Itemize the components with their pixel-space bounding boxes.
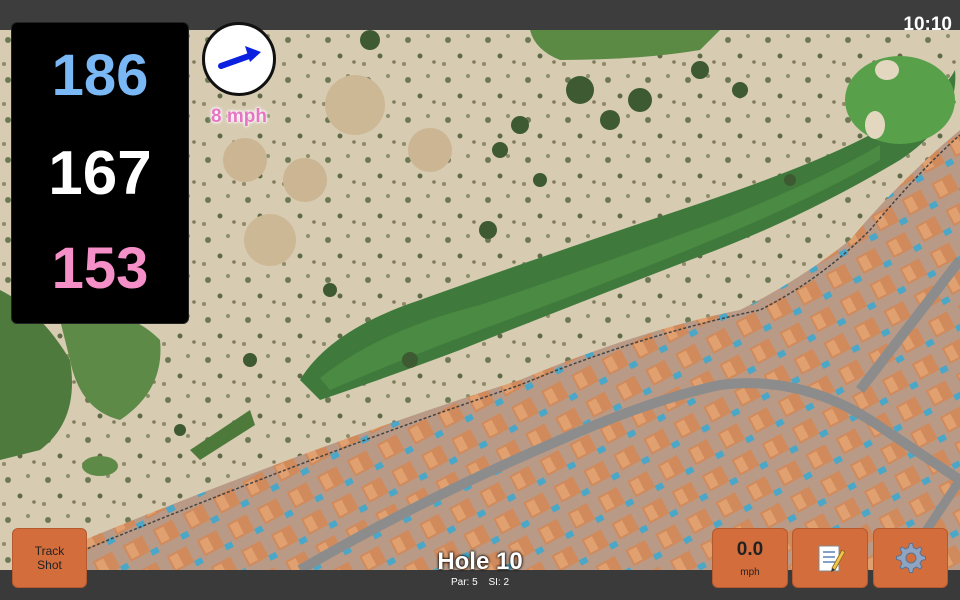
middle-distance: 167 — [48, 139, 152, 208]
speed-unit: mph — [740, 567, 760, 578]
track-shot-label-line2: Shot — [37, 558, 62, 572]
gear-icon — [895, 543, 926, 573]
speed-button[interactable]: 0.0 mph — [712, 528, 788, 588]
notepad-icon — [818, 545, 846, 572]
hole-title: Hole 10 — [437, 548, 523, 575]
back-distance: 186 — [51, 43, 149, 108]
hole-par: Par: 5 — [450, 577, 478, 588]
front-distance: 153 — [51, 236, 149, 301]
hole-meta: Par: 5 SI: 2 — [380, 577, 580, 588]
distance-panel: 186 167 153 — [11, 22, 189, 324]
settings-button[interactable] — [873, 528, 948, 588]
clock: 10:10 — [903, 14, 952, 35]
wind-speed-label: 8 mph — [211, 106, 267, 127]
speed-value: 0.0 — [736, 539, 764, 560]
track-shot-label-line1: Track — [34, 544, 65, 558]
hole-stroke-index: SI: 2 — [488, 577, 510, 588]
notes-button[interactable] — [792, 528, 868, 588]
wind-indicator — [202, 22, 276, 96]
wind-direction-arrow-icon — [218, 46, 261, 69]
track-shot-button[interactable]: Track Shot — [12, 528, 87, 588]
